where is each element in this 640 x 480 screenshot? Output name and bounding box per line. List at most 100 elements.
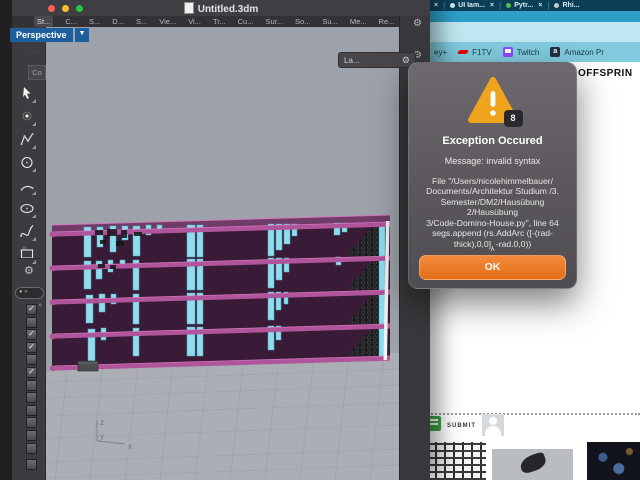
layer-checkbox[interactable] xyxy=(26,443,37,454)
viewport-3d-model: zy x xyxy=(46,27,400,480)
window-title-bar: Untitled.3dm xyxy=(12,0,430,17)
favicon xyxy=(506,3,511,8)
dialog-traceback: File "/Users/nicolehimmelbauer/ Document… xyxy=(417,176,568,249)
arc-tool-icon[interactable] xyxy=(19,177,36,194)
toolbar-tab-2[interactable]: S... xyxy=(89,17,100,26)
browser-tab-0[interactable]: UI Iam... xyxy=(450,2,485,9)
snap-toggle-pill[interactable]: ● » xyxy=(15,287,44,299)
document-icon xyxy=(184,2,194,14)
layer-checkbox[interactable] xyxy=(26,317,37,328)
toolbar-tab-0[interactable]: St... xyxy=(34,16,53,27)
amazon-icon: a xyxy=(550,47,560,57)
svg-text:y: y xyxy=(100,432,104,441)
warning-icon: 8 xyxy=(467,77,519,125)
layer-checkbox[interactable] xyxy=(26,354,37,365)
toolbar-tab-7[interactable]: Tr... xyxy=(213,17,226,26)
thumbnail-bird-image[interactable] xyxy=(492,449,573,480)
layer-checkbox[interactable] xyxy=(26,405,37,416)
tab-label: UI Iam... xyxy=(458,2,485,9)
dialog-title: Exception Occured xyxy=(409,135,576,147)
panel-handle-dots[interactable]: ∙∙∙∙ xyxy=(29,50,44,56)
tab-close-icon[interactable]: × xyxy=(538,2,542,9)
layers-panel-tab[interactable]: La... ⚙ xyxy=(338,52,416,68)
bookmark-label: F1TV xyxy=(472,48,492,57)
layer-checkbox[interactable]: ✓ xyxy=(26,304,37,315)
left-toolbar: ∙∙∙∙ Co » ⚙ ● » » ✓ ✓ ✓ ✓ xyxy=(12,27,46,480)
chevron-down-icon[interactable]: ▼ xyxy=(75,28,90,42)
toolbar-tab-5[interactable]: Vie... xyxy=(159,17,176,26)
tab-separator: | xyxy=(499,1,501,10)
browser-address-bar[interactable] xyxy=(420,22,640,42)
point-tool-icon[interactable] xyxy=(19,108,36,125)
bookmark-amazon-pr[interactable]: aAmazon Pr xyxy=(550,47,604,57)
circle-tool-icon[interactable] xyxy=(19,154,36,171)
toolbar-tab-8[interactable]: Cu... xyxy=(238,17,254,26)
perspective-viewport[interactable]: zy x xyxy=(46,27,400,480)
cursor-tool-icon[interactable] xyxy=(19,85,36,102)
layer-checkbox[interactable]: ✓ xyxy=(26,367,37,378)
f1tv-icon xyxy=(458,47,468,57)
bookmark-label: ey+ xyxy=(434,48,447,57)
svg-text:z: z xyxy=(100,418,104,427)
thumbnail-structure-render[interactable] xyxy=(426,442,486,480)
submit-label[interactable]: SUBMIT xyxy=(447,423,476,429)
favicon xyxy=(554,3,559,8)
tab-separator: | xyxy=(547,1,549,10)
polyline-tool-icon[interactable] xyxy=(19,131,36,148)
tab-close-icon[interactable]: × xyxy=(490,2,494,9)
layer-checkbox[interactable]: ✓ xyxy=(26,329,37,340)
layer-checkbox[interactable] xyxy=(26,430,37,441)
viewport-title[interactable]: Perspective ▼ xyxy=(10,28,89,42)
svg-text:x: x xyxy=(128,442,132,451)
bookmarks-bar: ey+ F1TV Twitch aAmazon Pr xyxy=(420,42,640,62)
tab-label: Pytr... xyxy=(514,2,533,9)
layer-checkbox[interactable] xyxy=(26,392,37,403)
collapsed-panel-tab[interactable]: Co xyxy=(28,65,46,80)
rhino-app-badge: 8 xyxy=(504,110,523,127)
layer-checkbox[interactable]: ✓ xyxy=(26,342,37,353)
browser-toolbar xyxy=(420,11,640,22)
toolbar-tab-11[interactable]: Su... xyxy=(322,17,337,26)
exception-dialog: 8 Exception Occured Message: invalid syn… xyxy=(408,62,577,289)
page-heading: OFFSPRIN xyxy=(578,68,633,79)
favicon xyxy=(450,3,455,8)
layer-checkbox[interactable] xyxy=(26,380,37,391)
toolbar-tab-6[interactable]: Vi... xyxy=(188,17,201,26)
tab-separator: | xyxy=(443,1,445,10)
curve-tool-icon[interactable] xyxy=(19,223,36,240)
ellipse-tool-icon[interactable] xyxy=(19,200,36,217)
checkbox-overflow-chevron[interactable]: » xyxy=(38,302,42,309)
browser-tab-1[interactable]: Pytr... xyxy=(506,2,533,9)
toolbar-tab-3[interactable]: D... xyxy=(112,17,124,26)
avatar[interactable] xyxy=(482,414,504,436)
dialog-message: Message: invalid syntax xyxy=(409,156,576,166)
page-divider xyxy=(420,413,640,415)
thumbnail-dark-artwork[interactable] xyxy=(587,442,640,480)
ok-button[interactable]: OK xyxy=(419,255,566,280)
window-title: Untitled.3dm xyxy=(12,2,430,15)
tab-close-icon[interactable]: × xyxy=(434,2,438,9)
toolbar-tab-1[interactable]: C... xyxy=(65,17,77,26)
tab-label: Rhi... xyxy=(562,2,579,9)
layer-checkbox[interactable] xyxy=(26,459,37,470)
bookmark-f1tv[interactable]: F1TV xyxy=(458,47,492,57)
bookmark-ey-[interactable]: ey+ xyxy=(434,48,447,57)
gear-icon[interactable]: ⚙ xyxy=(402,55,410,66)
bookmark-label: Twitch xyxy=(517,48,540,57)
bookmark-twitch[interactable]: Twitch xyxy=(503,47,540,57)
toolbar-tabs: St... C... S... D... S... Vie... Vi... Tr... Cu.… xyxy=(12,16,430,27)
toolbar-tab-4[interactable]: S... xyxy=(136,17,147,26)
layer-checkbox[interactable] xyxy=(26,417,37,428)
twitch-icon xyxy=(503,47,513,57)
gear-icon[interactable]: ⚙ xyxy=(413,18,422,29)
rhino-window: Untitled.3dm St... C... S... D... S... Vie...… xyxy=(0,0,430,480)
background-strip xyxy=(0,0,12,480)
sidebar-overflow-chevron[interactable]: » xyxy=(22,243,26,252)
browser-tab-bar: × | UI Iam... × | Pytr... × | Rhi... xyxy=(420,0,640,11)
toolbar-tab-10[interactable]: So... xyxy=(295,17,310,26)
browser-tab-2[interactable]: Rhi... xyxy=(554,2,579,9)
gear-icon[interactable]: ⚙ xyxy=(24,264,34,277)
toolbar-tab-9[interactable]: Sur... xyxy=(265,17,283,26)
toolbar-tab-13[interactable]: Re... xyxy=(379,17,395,26)
toolbar-tab-12[interactable]: Me... xyxy=(350,17,367,26)
